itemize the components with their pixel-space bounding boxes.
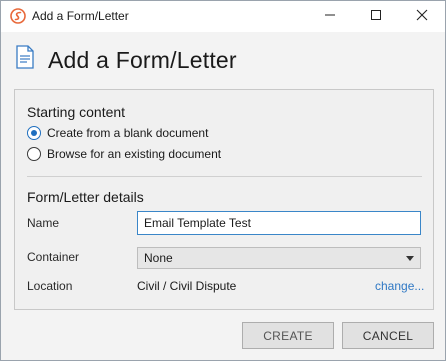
radio-button-checked[interactable] — [27, 126, 41, 140]
cancel-button[interactable]: CANCEL — [342, 322, 434, 349]
close-icon — [416, 8, 428, 26]
page-title: Add a Form/Letter — [48, 47, 237, 73]
radio-browse-existing[interactable]: Browse for an existing document — [27, 147, 221, 161]
container-selected-value: None — [144, 251, 173, 265]
document-icon — [15, 45, 35, 69]
location-label: Location — [27, 279, 73, 293]
close-button[interactable] — [399, 1, 445, 32]
create-button[interactable]: CREATE — [242, 322, 334, 349]
location-value: Civil / Civil Dispute — [137, 279, 237, 293]
container-label: Container — [27, 250, 80, 264]
dialog-window: Add a Form/Letter Add a Form/Letter Star… — [0, 0, 446, 361]
maximize-icon — [370, 8, 382, 26]
starting-content-heading: Starting content — [27, 104, 126, 120]
form-panel: Starting content Create from a blank doc… — [14, 89, 434, 310]
dialog-header: Add a Form/Letter — [1, 32, 445, 88]
radio-label: Browse for an existing document — [47, 147, 222, 161]
radio-label: Create from a blank document — [47, 126, 209, 140]
radio-button[interactable] — [27, 147, 41, 161]
chevron-down-icon — [406, 256, 414, 261]
radio-create-blank[interactable]: Create from a blank document — [27, 126, 208, 140]
name-label: Name — [27, 216, 60, 230]
details-heading: Form/Letter details — [27, 189, 144, 205]
app-logo-icon — [10, 8, 26, 24]
change-location-link[interactable]: change... — [375, 279, 424, 293]
name-input[interactable] — [137, 211, 421, 235]
section-divider — [27, 176, 422, 177]
title-bar: Add a Form/Letter — [1, 1, 445, 32]
window-title: Add a Form/Letter — [32, 9, 129, 23]
maximize-button[interactable] — [353, 1, 399, 32]
minimize-button[interactable] — [307, 1, 353, 32]
container-select[interactable]: None — [137, 247, 421, 269]
minimize-icon — [324, 8, 336, 26]
